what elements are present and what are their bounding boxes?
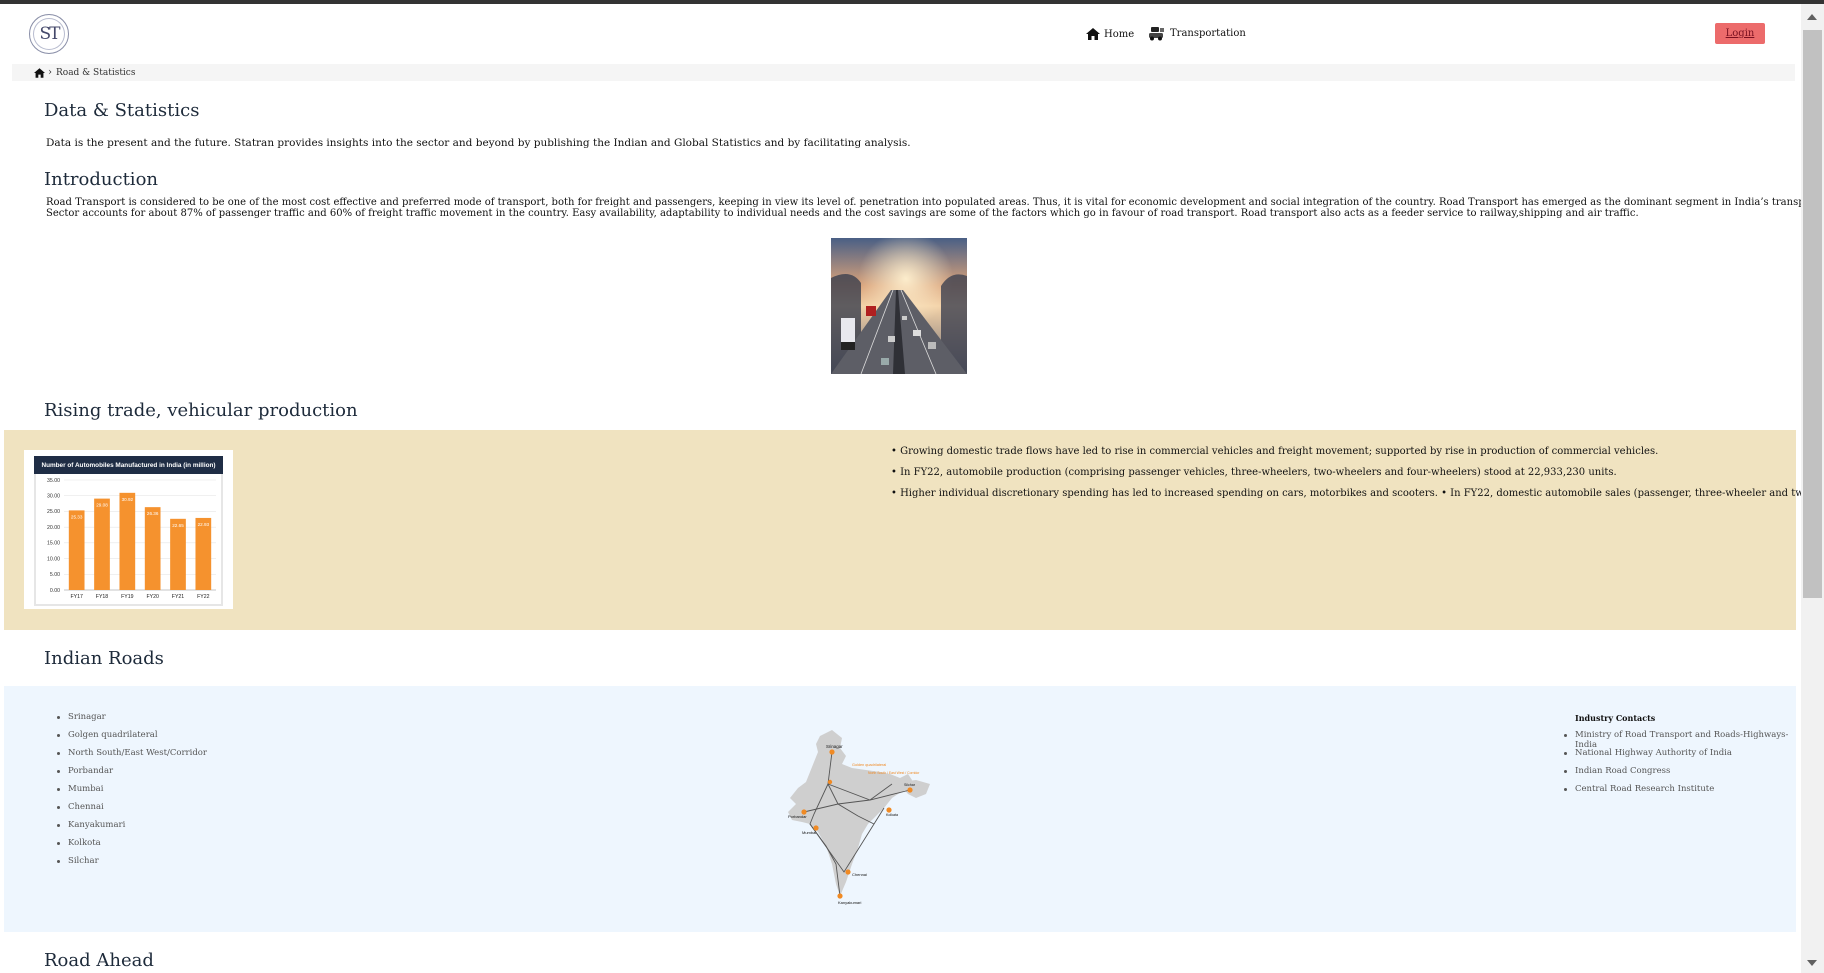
chart-title: Number of Automobiles Manufactured in In… bbox=[34, 456, 223, 474]
map-label: Golden quadrilateral bbox=[852, 763, 886, 767]
chart-bar bbox=[195, 517, 212, 590]
chart-y-tick-label: 20.00 bbox=[47, 525, 60, 531]
list-item: Chennai bbox=[57, 802, 207, 820]
places-list: Srinagar Golgen quadrilateral North Sout… bbox=[57, 712, 207, 874]
chart-y-tick-label: 5.00 bbox=[50, 572, 60, 578]
list-item: Kanyakumari bbox=[57, 820, 207, 838]
login-button[interactable]: Login bbox=[1715, 23, 1765, 44]
chart-x-tick-label: FY18 bbox=[96, 594, 109, 600]
map-label: Kanyakumari bbox=[838, 900, 861, 905]
chart-x-tick-label: FY21 bbox=[172, 594, 185, 600]
chart-bar bbox=[170, 518, 186, 590]
contact-link[interactable]: Ministry of Road Transport and Roads-Hig… bbox=[1564, 730, 1796, 750]
page: ST Home Transportation Login › Road & St… bbox=[0, 4, 1801, 973]
chart-y-tick-label: 35.00 bbox=[47, 478, 60, 484]
chart-bar bbox=[94, 498, 110, 590]
chart-data-label: 30.92 bbox=[122, 497, 134, 502]
map-label: Porbandar bbox=[788, 814, 807, 819]
chart-plot-area: 0.00 5.00 10.00 15.00 20.00 25.00 30.00 35.00 25… bbox=[36, 474, 221, 604]
chart-bar bbox=[68, 510, 85, 590]
list-item: Porbandar bbox=[57, 766, 207, 784]
chart-bar bbox=[119, 492, 136, 590]
nav-home-label: Home bbox=[1104, 28, 1135, 40]
india-roads-map: Srinagar Golden quadrilateral North Sout… bbox=[780, 724, 940, 909]
map-label: Kolkata bbox=[886, 813, 898, 817]
introduction-text-line-2: Sector accounts for about 87% of passeng… bbox=[46, 208, 1639, 219]
chart-x-tick-label: FY22 bbox=[197, 594, 210, 600]
bullet-item: • Growing domestic trade flows have led … bbox=[891, 446, 1659, 457]
chevron-right-icon: › bbox=[48, 67, 52, 78]
list-item: Mumbai bbox=[57, 784, 207, 802]
contact-link[interactable]: National Highway Authority of India bbox=[1564, 748, 1796, 766]
map-label: Chennai bbox=[852, 872, 867, 877]
chart-y-tick-label: 25.00 bbox=[47, 509, 60, 515]
automobile-chart-card: Number of Automobiles Manufactured in In… bbox=[24, 450, 233, 609]
list-item: Golgen quadrilateral bbox=[57, 730, 207, 748]
road-ahead-heading: Road Ahead bbox=[44, 950, 154, 971]
nav-transportation[interactable]: Transportation bbox=[1148, 26, 1246, 41]
breadcrumb-current: Road & Statistics bbox=[56, 67, 136, 78]
rising-trade-bullets: • Growing domestic trade flows have led … bbox=[891, 446, 1801, 509]
site-logo[interactable]: ST bbox=[29, 14, 69, 54]
introduction-heading: Introduction bbox=[44, 169, 158, 190]
chart-data-label: 22.93 bbox=[198, 522, 210, 527]
list-item: Silchar bbox=[57, 856, 207, 874]
scrollbar-thumb[interactable] bbox=[1803, 30, 1822, 598]
scroll-up-arrow-icon[interactable] bbox=[1807, 14, 1817, 20]
list-item: North South/East West/Corridor bbox=[57, 748, 207, 766]
rising-trade-heading: Rising trade, vehicular production bbox=[44, 400, 358, 421]
chart-y-tick-label: 15.00 bbox=[47, 541, 60, 547]
highway-photo bbox=[831, 238, 967, 374]
automobile-chart-frame: Number of Automobiles Manufactured in In… bbox=[34, 456, 223, 606]
chart-data-label: 25.33 bbox=[71, 514, 83, 519]
chart-data-label: 22.65 bbox=[172, 523, 184, 528]
list-item: Kolkota bbox=[57, 838, 207, 856]
breadcrumb-home-icon[interactable] bbox=[34, 67, 45, 78]
contact-link[interactable]: Indian Road Congress bbox=[1564, 766, 1796, 784]
chart-y-tick-label: 30.00 bbox=[47, 494, 60, 500]
breadcrumb: › Road & Statistics bbox=[12, 64, 1795, 81]
chart-x-tick-label: FY20 bbox=[146, 594, 159, 600]
introduction-text-line-1: Road Transport is considered to be one o… bbox=[46, 197, 1801, 208]
map-label: Silchar bbox=[904, 783, 916, 787]
contact-link[interactable]: Central Road Research Institute bbox=[1564, 784, 1796, 802]
chart-y-tick-label: 10.00 bbox=[47, 556, 60, 562]
chart-x-tick-label: FY17 bbox=[70, 594, 83, 600]
bullet-item: • Higher individual discretionary spendi… bbox=[891, 488, 1801, 499]
map-label: Srinagar bbox=[826, 744, 843, 749]
chart-data-label: 26.36 bbox=[147, 511, 159, 516]
scroll-down-arrow-icon[interactable] bbox=[1807, 960, 1817, 966]
data-statistics-text: Data is the present and the future. Stat… bbox=[46, 137, 911, 149]
chart-y-tick-label: 0.00 bbox=[50, 588, 60, 594]
rising-trade-band: Number of Automobiles Manufactured in In… bbox=[4, 430, 1801, 630]
chart-data-label: 29.08 bbox=[96, 503, 108, 508]
list-item: Srinagar bbox=[57, 712, 207, 730]
chart-bar bbox=[144, 507, 161, 590]
map-label: Mumbai bbox=[802, 830, 816, 835]
industry-contacts-title: Industry Contacts bbox=[1575, 713, 1656, 723]
indian-roads-heading: Indian Roads bbox=[44, 648, 164, 669]
nav-home[interactable]: Home bbox=[1086, 28, 1134, 40]
vehicles-icon bbox=[1149, 27, 1164, 41]
map-label: North South / East West / Corridor bbox=[868, 771, 920, 775]
nav-transportation-label: Transportation bbox=[1170, 28, 1246, 39]
bullet-item: • In FY22, automobile production (compri… bbox=[891, 467, 1617, 478]
home-icon bbox=[1086, 28, 1100, 40]
chart-x-tick-label: FY19 bbox=[121, 594, 134, 600]
industry-contacts-list: Ministry of Road Transport and Roads-Hig… bbox=[1564, 730, 1796, 802]
automobile-bar-chart: 0.00 5.00 10.00 15.00 20.00 25.00 30.00 35.00 25… bbox=[47, 478, 216, 600]
data-statistics-heading: Data & Statistics bbox=[44, 100, 200, 121]
